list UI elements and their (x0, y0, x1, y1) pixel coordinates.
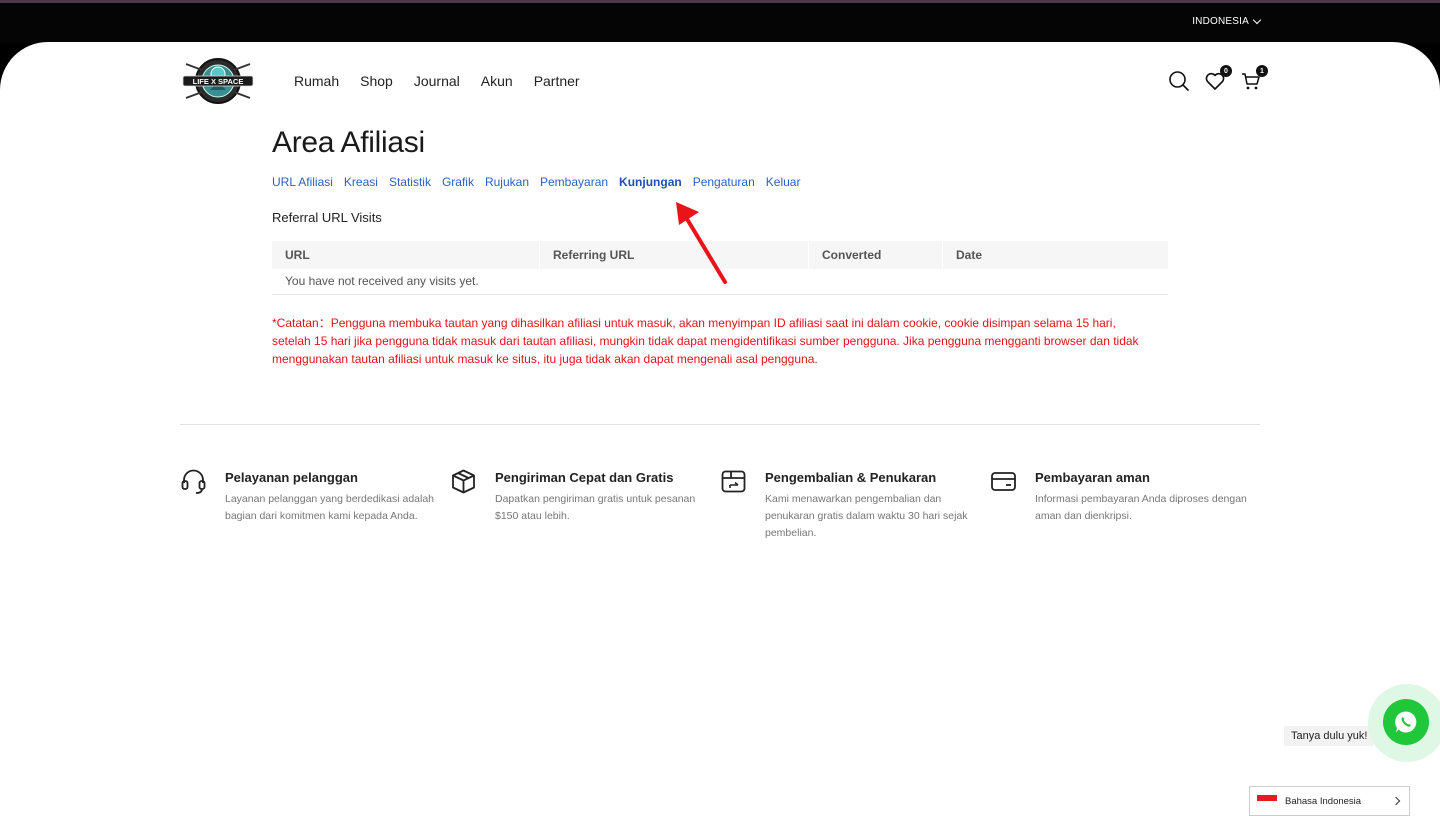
page: LIFE X SPACE Rumah Shop Journal Akun Par… (0, 42, 1440, 816)
feature-title: Pengiriman Cepat dan Gratis (495, 470, 674, 485)
tab-keluar[interactable]: Keluar (766, 175, 801, 189)
tab-pengaturan[interactable]: Pengaturan (693, 175, 755, 189)
nav-item-journal[interactable]: Journal (414, 73, 460, 89)
feature-title: Pembayaran aman (1035, 470, 1150, 485)
country-selector[interactable]: INDONESIA (1192, 15, 1262, 27)
language-switcher[interactable]: Bahasa Indonesia (1249, 786, 1410, 816)
top-bar: INDONESIA (0, 3, 1440, 43)
box-icon (452, 469, 475, 494)
whatsapp-icon (1395, 711, 1417, 733)
column-header-url: URL (272, 241, 540, 269)
page-title: Area Afiliasi (272, 126, 425, 159)
search-button[interactable] (1168, 70, 1190, 92)
footer-divider (180, 424, 1260, 425)
whatsapp-tooltip: Tanya dulu yuk! (1284, 726, 1375, 746)
logo-text: LIFE X SPACE (193, 77, 244, 86)
feature-list: Pelayanan pelanggan Layanan pelanggan ya… (180, 468, 1260, 542)
return-box-icon (721, 470, 746, 493)
feature-item: Pengembalian & Penukaran Kami menawarkan… (720, 468, 990, 542)
feature-text: Kami menawarkan pengembalian dan penukar… (765, 493, 968, 539)
nav-item-rumah[interactable]: Rumah (294, 73, 339, 89)
chevron-right-icon (1391, 796, 1401, 806)
indonesia-flag-icon (1257, 795, 1277, 807)
tab-rujukan[interactable]: Rujukan (485, 175, 529, 189)
column-header-converted: Converted (809, 241, 943, 269)
whatsapp-button[interactable] (1383, 699, 1429, 745)
headset-icon (181, 469, 206, 494)
nav-item-partner[interactable]: Partner (534, 73, 580, 89)
cart-count-badge: 1 (1256, 65, 1268, 77)
tab-url-afiliasi[interactable]: URL Afiliasi (272, 175, 333, 189)
credit-card-icon (991, 472, 1016, 491)
nav-item-shop[interactable]: Shop (360, 73, 393, 89)
column-header-date: Date (956, 248, 983, 262)
section-title: Referral URL Visits (272, 210, 382, 225)
affiliate-tabs: URL Afiliasi Kreasi Statistik Grafik Ruj… (272, 175, 800, 189)
tab-kunjungan[interactable]: Kunjungan (619, 175, 682, 189)
search-icon (1169, 71, 1189, 91)
language-label: Bahasa Indonesia (1285, 795, 1362, 807)
annotation-arrow-icon (676, 202, 727, 284)
feature-text: Dapatkan pengiriman gratis untuk pesanan… (495, 493, 696, 522)
chevron-down-icon (1252, 15, 1262, 25)
feature-text: Layanan pelanggan yang berdedikasi adala… (225, 493, 435, 522)
feature-title: Pelayanan pelanggan (225, 470, 358, 485)
tab-statistik[interactable]: Statistik (389, 175, 431, 189)
feature-item: Pengiriman Cepat dan Gratis Dapatkan pen… (450, 468, 720, 542)
site-logo[interactable]: LIFE X SPACE (180, 54, 256, 108)
cart-button[interactable]: 1 (1240, 65, 1268, 92)
feature-text: Informasi pembayaran Anda diproses denga… (1035, 493, 1247, 522)
tab-pembayaran[interactable]: Pembayaran (540, 175, 608, 189)
nav-item-akun[interactable]: Akun (481, 73, 513, 89)
header-icons: 0 1 (1168, 65, 1268, 92)
feature-title: Pengembalian & Penukaran (765, 470, 937, 485)
cookie-note: *Catatan：Pengguna membuka tautan yang di… (272, 316, 1139, 366)
country-label: INDONESIA (1192, 16, 1249, 27)
feature-item: Pelayanan pelanggan Layanan pelanggan ya… (180, 468, 450, 542)
main-nav: Rumah Shop Journal Akun Partner (294, 73, 580, 89)
tab-kreasi[interactable]: Kreasi (344, 175, 378, 189)
feature-item: Pembayaran aman Informasi pembayaran And… (990, 468, 1260, 542)
wishlist-count-badge: 0 (1220, 65, 1232, 77)
tab-grafik[interactable]: Grafik (442, 175, 474, 189)
wishlist-button[interactable]: 0 (1204, 65, 1232, 92)
